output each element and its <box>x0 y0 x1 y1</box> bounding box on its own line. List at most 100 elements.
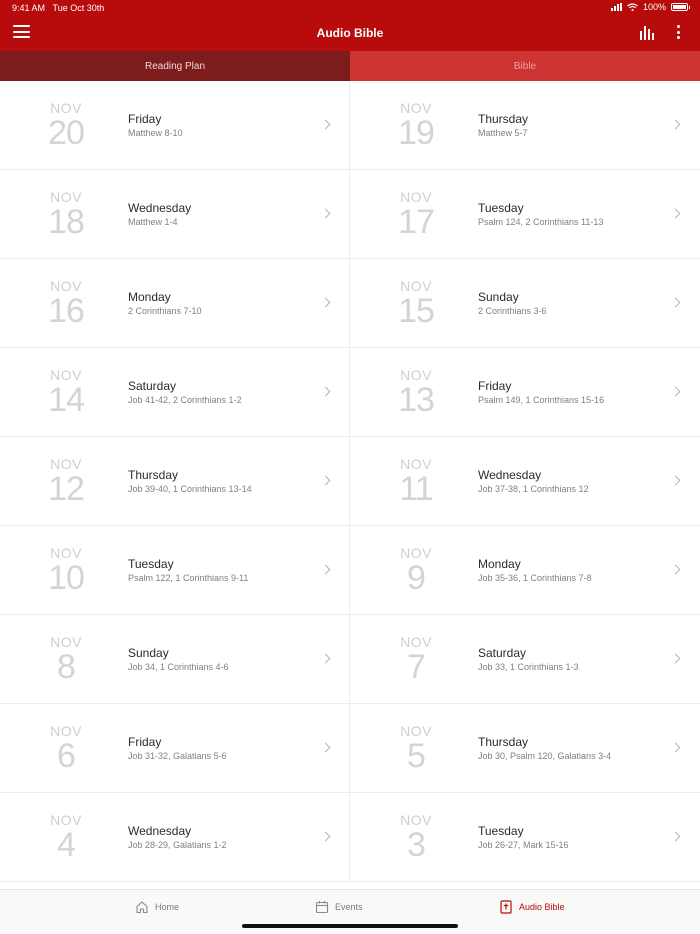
page-title: Audio Bible <box>316 26 384 40</box>
weekday-label: Thursday <box>478 735 529 749</box>
reading-day-item[interactable]: NOV 4 Wednesday Job 28-29, Galatians 1-2 <box>0 793 350 881</box>
weekday-label: Saturday <box>128 379 177 393</box>
tab-bible[interactable]: Bible <box>350 51 700 81</box>
date-day: 16 <box>48 292 85 330</box>
passage-label: Job 34, 1 Corinthians 4-6 <box>128 662 229 672</box>
chevron-right-icon <box>320 386 331 397</box>
chevron-right-icon <box>320 653 331 664</box>
status-bar: 9:41 AM Tue Oct 30th 100% <box>0 0 700 16</box>
chevron-right-icon <box>670 208 681 219</box>
chevron-right-icon <box>670 742 681 753</box>
reading-day-item[interactable]: NOV 13 Friday Psalm 149, 1 Corinthians 15-1… <box>350 348 700 436</box>
passage-label: Matthew 1-4 <box>128 217 178 227</box>
bottom-tab-label: Home <box>155 902 180 912</box>
battery-icon <box>671 3 690 11</box>
weekday-label: Friday <box>478 379 512 393</box>
reading-day-item[interactable]: NOV 10 Tuesday Psalm 122, 1 Corinthians 9-1… <box>0 526 350 614</box>
date-day: 5 <box>407 737 426 775</box>
weekday-label: Tuesday <box>128 557 174 571</box>
passage-label: Psalm 149, 1 Corinthians 15-16 <box>478 395 605 405</box>
weekday-label: Monday <box>128 290 171 304</box>
chevron-right-icon <box>320 297 331 308</box>
passage-label: 2 Corinthians 7-10 <box>128 306 202 316</box>
passage-label: Matthew 5-7 <box>478 128 528 138</box>
reading-day-item[interactable]: NOV 8 Sunday Job 34, 1 Corinthians 4-6 <box>0 615 350 703</box>
reading-plan-row: NOV 4 Wednesday Job 28-29, Galatians 1-2 NOV… <box>0 793 700 882</box>
reading-day-item[interactable]: NOV 19 Thursday Matthew 5-7 <box>350 81 700 169</box>
reading-plan-row: NOV 10 Tuesday Psalm 122, 1 Corinthians 9-1… <box>0 526 700 615</box>
chevron-right-icon <box>320 119 331 130</box>
weekday-label: Friday <box>128 735 162 749</box>
date-day: 4 <box>57 826 76 864</box>
passage-label: Matthew 8-10 <box>128 128 183 138</box>
segment-tabs: Reading Plan Bible <box>0 51 700 81</box>
reading-day-item[interactable]: NOV 17 Tuesday Psalm 124, 2 Corinthians 11-… <box>350 170 700 258</box>
weekday-label: Tuesday <box>478 201 524 215</box>
reading-day-item[interactable]: NOV 6 Friday Job 31-32, Galatians 5-6 <box>0 704 350 792</box>
weekday-label: Wednesday <box>478 468 542 482</box>
weekday-label: Thursday <box>128 468 179 482</box>
reading-plan-row: NOV 8 Sunday Job 34, 1 Corinthians 4-6 NOV 7 S… <box>0 615 700 704</box>
date-day: 19 <box>398 114 435 152</box>
reading-plan-list[interactable]: NOV 20 Friday Matthew 8-10 NOV 19 Thursday Matt… <box>0 81 700 889</box>
reading-day-item[interactable]: NOV 20 Friday Matthew 8-10 <box>0 81 350 169</box>
app-header: 9:41 AM Tue Oct 30th 100% Audio Bible Re… <box>0 0 700 81</box>
weekday-label: Saturday <box>478 646 527 660</box>
vertical-ellipsis-icon[interactable] <box>675 25 681 41</box>
date-day: 9 <box>407 559 426 597</box>
passage-label: Job 31-32, Galatians 5-6 <box>128 751 227 761</box>
chevron-right-icon <box>320 564 331 575</box>
reading-day-item[interactable]: NOV 18 Wednesday Matthew 1-4 <box>0 170 350 258</box>
bottom-tab-audio-bible[interactable]: Audio Bible <box>499 900 565 914</box>
chevron-right-icon <box>670 831 681 842</box>
date-day: 8 <box>57 648 76 686</box>
passage-label: Job 26-27, Mark 15-16 <box>478 840 569 850</box>
passage-label: Job 37-38, 1 Corinthians 12 <box>478 484 589 494</box>
reading-plan-row: NOV 6 Friday Job 31-32, Galatians 5-6 NOV 5 Th… <box>0 704 700 793</box>
date-day: 13 <box>398 381 435 419</box>
passage-label: Job 28-29, Galatians 1-2 <box>128 840 227 850</box>
reading-day-item[interactable]: NOV 15 Sunday 2 Corinthians 3-6 <box>350 259 700 347</box>
date-day: 7 <box>407 648 426 686</box>
reading-day-item[interactable]: NOV 12 Thursday Job 39-40, 1 Corinthians 13… <box>0 437 350 525</box>
reading-day-item[interactable]: NOV 16 Monday 2 Corinthians 7-10 <box>0 259 350 347</box>
reading-day-item[interactable]: NOV 3 Tuesday Job 26-27, Mark 15-16 <box>350 793 700 881</box>
bottom-tab-label: Events <box>335 902 363 912</box>
date-day: 10 <box>48 559 85 597</box>
reading-plan-row: NOV 20 Friday Matthew 8-10 NOV 19 Thursday Matt… <box>0 81 700 170</box>
date-day: 15 <box>398 292 435 330</box>
reading-plan-row: NOV 16 Monday 2 Corinthians 7-10 NOV 15 Sunday… <box>0 259 700 348</box>
chevron-right-icon <box>670 564 681 575</box>
status-time-date: 9:41 AM Tue Oct 30th <box>12 3 105 13</box>
bottom-tab-home[interactable]: Home <box>135 900 179 914</box>
reading-day-item[interactable]: NOV 5 Thursday Job 30, Psalm 120, Galatians… <box>350 704 700 792</box>
passage-label: Job 33, 1 Corinthians 1-3 <box>478 662 579 672</box>
status-indicators: 100% <box>610 2 690 12</box>
chevron-right-icon <box>670 297 681 308</box>
bottom-tab-label: Audio Bible <box>519 902 565 912</box>
chevron-right-icon <box>320 208 331 219</box>
reading-day-item[interactable]: NOV 14 Saturday Job 41-42, 2 Corinthians 1-… <box>0 348 350 436</box>
navigation-bar: Audio Bible <box>0 16 700 51</box>
bottom-tab-events[interactable]: Events <box>315 900 363 914</box>
battery-percentage: 100% <box>642 2 666 12</box>
date-day: 20 <box>48 114 85 152</box>
weekday-label: Tuesday <box>478 824 524 838</box>
passage-label: Psalm 124, 2 Corinthians 11-13 <box>478 217 604 227</box>
chevron-right-icon <box>320 475 331 486</box>
passage-label: Job 39-40, 1 Corinthians 13-14 <box>128 484 252 494</box>
reading-day-item[interactable]: NOV 7 Saturday Job 33, 1 Corinthians 1-3 <box>350 615 700 703</box>
passage-label: Psalm 122, 1 Corinthians 9-11 <box>128 573 249 583</box>
weekday-label: Thursday <box>478 112 529 126</box>
chevron-right-icon <box>320 742 331 753</box>
chevron-right-icon <box>670 653 681 664</box>
date-day: 12 <box>48 470 85 508</box>
chevron-right-icon <box>320 831 331 842</box>
audio-levels-icon[interactable] <box>640 26 658 40</box>
tab-reading-plan[interactable]: Reading Plan <box>0 51 350 81</box>
reading-day-item[interactable]: NOV 11 Wednesday Job 37-38, 1 Corinthians 1… <box>350 437 700 525</box>
weekday-label: Sunday <box>478 290 519 304</box>
reading-day-item[interactable]: NOV 9 Monday Job 35-36, 1 Corinthians 7-8 <box>350 526 700 614</box>
wifi-icon <box>627 3 638 11</box>
weekday-label: Wednesday <box>128 201 192 215</box>
